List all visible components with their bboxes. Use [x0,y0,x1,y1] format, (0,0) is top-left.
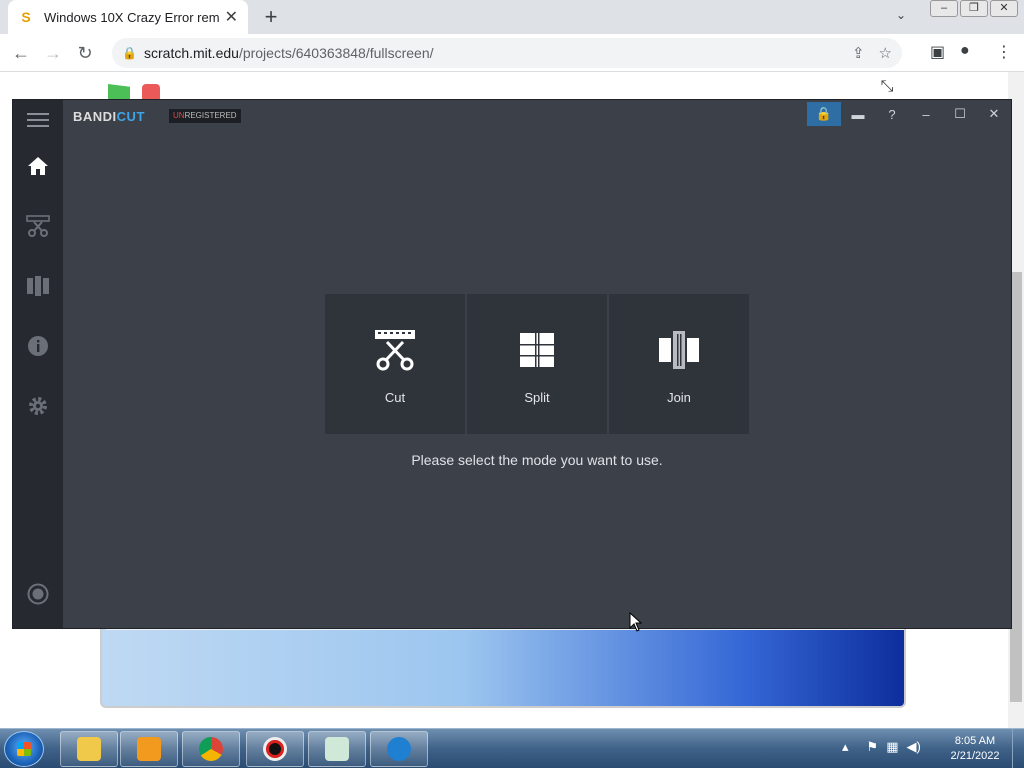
badge-rest: REGISTERED [184,111,237,120]
mode-join-tile[interactable]: Join [609,294,749,434]
join-film-icon [659,331,699,369]
register-lock-icon[interactable]: 🔒 [807,102,841,126]
help-icon[interactable]: ? [875,102,909,126]
taskbar-bandicam[interactable] [246,731,304,767]
split-grid-icon [520,333,554,367]
mode-cut-tile[interactable]: Cut [325,294,465,434]
lock-icon: 🔒 [122,46,137,60]
close-icon[interactable]: ✕ [977,102,1011,126]
action-center-flag-icon[interactable]: ⚑ [867,739,879,755]
scratch-favicon-icon: S [21,9,31,25]
address-bar[interactable]: 🔒 scratch.mit.edu/projects/640363848/ful… [112,38,902,68]
unregistered-badge[interactable]: UNREGISTERED [169,109,241,123]
tab-close-button[interactable]: ✕ [225,7,238,27]
start-button[interactable] [4,731,44,767]
taskbar-clock[interactable]: 8:05 AM 2/21/2022 [940,734,1010,764]
mode-split-tile[interactable]: Split [467,294,607,434]
omnibox-actions: ⇪ ☆ [852,44,892,62]
settings-gear-icon[interactable] [26,394,50,418]
mouse-cursor-icon [629,612,643,632]
bandicut-window: BANDICUT UNREGISTERED 🔒 ▬ ? – ☐ ✕ Cut Sp… [12,99,1012,629]
share-icon[interactable]: ⇪ [852,44,865,62]
url-host: scratch.mit.edu [144,45,239,61]
chrome-icon [199,737,223,761]
taskbar-bandicut[interactable] [370,731,428,767]
window-controls: – ❐ ✕ [930,0,1018,17]
record-icon [263,737,287,761]
browser-toolbar: ← → ↻ 🔒 scratch.mit.edu/projects/6403638… [0,34,1024,72]
minimize-button[interactable]: – [930,0,958,17]
show-desktop-button[interactable] [1012,729,1024,768]
mode-join-label: Join [667,390,691,405]
clock-date: 2/21/2022 [950,750,1000,762]
profile-avatar-icon[interactable]: ● [960,42,970,60]
cut-scissors-icon[interactable] [26,214,50,238]
bandicut-sidebar [13,100,63,628]
media-player-icon [137,737,161,761]
system-tray: ▴ ⚑ ▦ ◀) [842,739,921,755]
tray-expand-icon[interactable]: ▴ [842,739,849,755]
taskbar-notepad[interactable] [308,731,366,767]
hamburger-menu-icon[interactable] [26,108,50,132]
maximize-icon[interactable]: ☐ [943,102,977,126]
clock-time: 8:05 AM [954,735,996,747]
mode-split-label: Split [524,390,550,405]
open-folder-icon[interactable]: ▬ [841,102,875,126]
logo-main: BANDI [73,109,117,124]
bandicut-logo: BANDICUT [73,109,145,124]
cut-scissors-icon [375,330,415,371]
tab-search-chevron-icon[interactable]: ⌄ [896,8,906,22]
logo-accent: CUT [116,109,145,124]
bandicut-title-actions: 🔒 ▬ ? – ☐ ✕ [807,102,1011,126]
menu-kebab-icon[interactable]: ⋮ [996,42,1012,62]
url-path: /projects/640363848/fullscreen/ [238,45,434,61]
info-icon[interactable] [26,334,50,358]
restore-button[interactable]: ❐ [960,0,988,17]
minimize-icon[interactable]: – [909,102,943,126]
taskbar-media-player[interactable] [120,731,178,767]
forward-arrow-icon[interactable]: → [40,40,66,66]
volume-icon[interactable]: ◀) [906,739,920,755]
mode-cut-label: Cut [384,390,406,405]
join-film-icon[interactable] [26,274,50,298]
bookmark-star-icon[interactable]: ☆ [879,44,892,62]
record-icon[interactable] [26,582,50,606]
network-icon[interactable]: ▦ [886,739,898,755]
browser-tabstrip: S Windows 10X Crazy Error remix ✕ + ⌄ – … [0,0,1024,34]
screen: { "browser": { "tab_title": "Windows 10X… [0,0,1024,768]
notepad-icon [325,737,349,761]
mode-selector: Cut Split Join [325,294,749,434]
badge-un: UN [173,111,185,120]
new-tab-button[interactable]: + [258,4,284,30]
folder-icon [77,737,101,761]
bandicut-titlebar: BANDICUT UNREGISTERED 🔒 ▬ ? – ☐ ✕ [63,100,1011,130]
url-text: scratch.mit.edu/projects/640363848/fulls… [144,45,434,61]
taskbar-explorer[interactable] [60,731,118,767]
tab-title: Windows 10X Crazy Error remix [44,9,219,25]
windows-taskbar: ▴ ⚑ ▦ ◀) 8:05 AM 2/21/2022 [0,728,1024,768]
mode-prompt: Please select the mode you want to use. [411,452,663,468]
home-icon[interactable] [26,154,50,178]
bandicut-app-icon [387,737,411,761]
taskbar-chrome[interactable] [182,731,240,767]
close-window-button[interactable]: ✕ [990,0,1018,17]
browser-tab[interactable]: S Windows 10X Crazy Error remix ✕ [8,0,248,34]
reload-icon[interactable]: ↻ [72,40,98,66]
back-arrow-icon[interactable]: ← [8,40,34,66]
side-panel-icon[interactable]: ▣ [930,42,945,62]
